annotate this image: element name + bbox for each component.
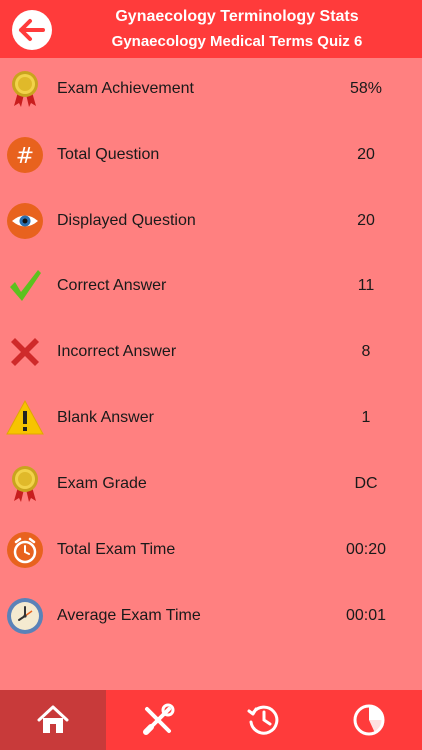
- checkmark-icon: [6, 267, 44, 305]
- stat-value: 20: [357, 212, 375, 229]
- stat-row-average-exam-time: Average Exam Time 00:01: [0, 585, 422, 647]
- stat-label: Total Question: [57, 146, 160, 163]
- award-ribbon-icon: [6, 70, 44, 108]
- warning-icon: [6, 399, 44, 437]
- stat-row-total-exam-time: Total Exam Time 00:20: [0, 519, 422, 581]
- svg-text:#: #: [16, 144, 34, 169]
- stat-row-exam-grade: Exam Grade DC: [0, 453, 422, 515]
- tab-statistics[interactable]: [317, 690, 422, 750]
- stat-label: Correct Answer: [57, 277, 167, 294]
- stat-row-displayed-question: Displayed Question 20: [0, 190, 422, 252]
- stat-row-exam-achievement: Exam Achievement 58%: [0, 58, 422, 120]
- stat-value: 11: [357, 277, 375, 294]
- page-subtitle: Gynaecology Medical Terms Quiz 6: [111, 33, 363, 50]
- page-title: Gynaecology Terminology Stats: [115, 8, 359, 25]
- stat-label: Exam Achievement: [57, 80, 194, 97]
- tools-icon: [143, 703, 175, 735]
- stats-list: Exam Achievement 58% # Total Question 20…: [0, 58, 422, 690]
- stat-label: Total Exam Time: [57, 541, 176, 558]
- stat-value: 1: [361, 409, 371, 426]
- header-bar: Gynaecology Terminology Stats Gynaecolog…: [0, 0, 422, 58]
- bottom-tab-bar: [0, 690, 422, 750]
- history-icon: [247, 705, 279, 735]
- stat-label: Blank Answer: [57, 409, 154, 426]
- stat-value: 00:20: [345, 541, 387, 558]
- alarm-clock-icon: [6, 531, 44, 569]
- pie-chart-icon: [353, 704, 385, 736]
- stat-row-blank-answer: Blank Answer 1: [0, 387, 422, 449]
- home-icon: [37, 705, 69, 733]
- stat-row-incorrect-answer: Incorrect Answer 8: [0, 321, 422, 383]
- award-ribbon-icon: [6, 465, 44, 503]
- eye-icon: [6, 202, 44, 240]
- stat-value: DC: [354, 475, 378, 492]
- arrow-left-icon: [19, 19, 45, 41]
- stat-label: Displayed Question: [57, 212, 196, 229]
- stat-value: 8: [361, 343, 371, 360]
- stat-label: Incorrect Answer: [57, 343, 177, 360]
- stat-label: Exam Grade: [57, 475, 147, 492]
- tab-home[interactable]: [0, 690, 106, 750]
- stat-row-correct-answer: Correct Answer 11: [0, 255, 422, 317]
- stat-value: 00:01: [345, 607, 387, 624]
- stat-row-total-question: # Total Question 20: [0, 124, 422, 186]
- tab-tools[interactable]: [106, 690, 212, 750]
- cross-icon: [6, 333, 44, 371]
- back-button[interactable]: [12, 10, 52, 50]
- stat-value: 20: [357, 146, 375, 163]
- hash-icon: #: [6, 136, 44, 174]
- stat-label: Average Exam Time: [57, 607, 201, 624]
- tab-history[interactable]: [211, 690, 317, 750]
- stat-value: 58%: [349, 80, 383, 97]
- clock-icon: [6, 597, 44, 635]
